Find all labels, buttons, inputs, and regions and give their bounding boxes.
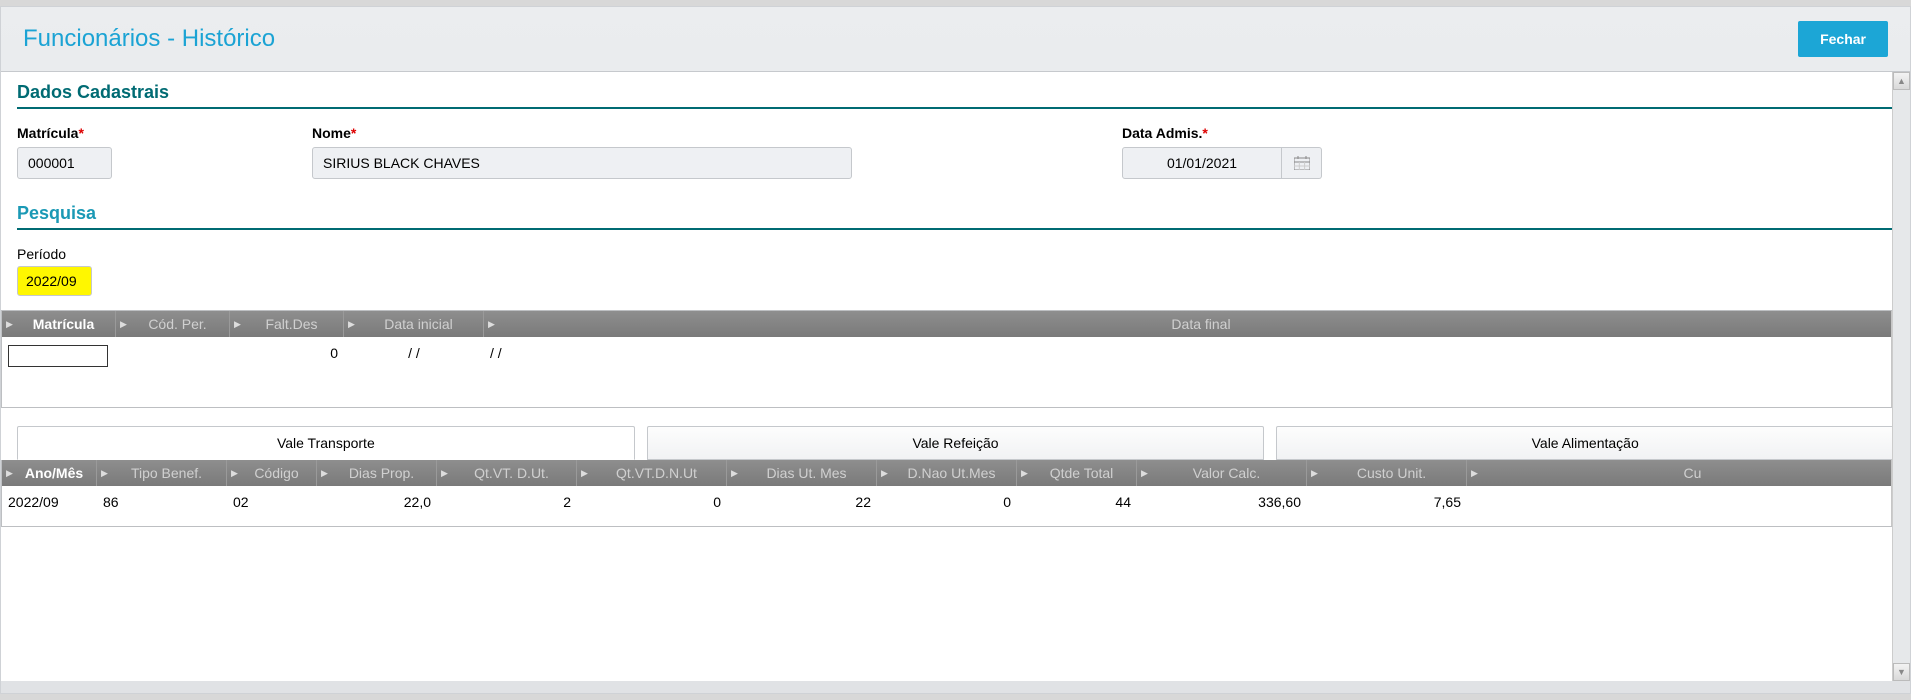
grid2-row: 2022/09 86 02 22,0 2 0 22 0 44 336,60 7,… xyxy=(2,486,1909,526)
chevron-right-icon: ▶ xyxy=(877,468,887,479)
chevron-right-icon: ▶ xyxy=(227,468,237,479)
grid2-cell-valorcalc: 336,60 xyxy=(1137,490,1307,514)
content-vscroll[interactable]: ▲ ▼ xyxy=(1892,72,1910,681)
section-dados-cadastrais: Dados Cadastrais xyxy=(17,82,1894,109)
grid2-cell-diasutmes: 22 xyxy=(727,490,877,514)
tab-vale-refeicao[interactable]: Vale Refeição xyxy=(647,426,1265,460)
grid2-cell-codigo: 02 xyxy=(227,490,317,514)
grid1-cell-datainicial: / / xyxy=(344,341,484,365)
grid2-col-qtdetotal[interactable]: ▶Qtde Total xyxy=(1017,460,1137,486)
field-data-admis: Data Admis.* xyxy=(1122,125,1322,179)
grid1-col-datainicial[interactable]: ▶Data inicial xyxy=(344,311,484,337)
chevron-right-icon: ▶ xyxy=(1137,468,1147,479)
grid2-cell-dnaoutmes: 0 xyxy=(877,490,1017,514)
grid2-col-qtvtdut[interactable]: ▶Qt.VT. D.Ut. xyxy=(437,460,577,486)
field-matricula: Matrícula* xyxy=(17,125,112,179)
matricula-input[interactable] xyxy=(17,147,112,179)
close-button[interactable]: Fechar xyxy=(1798,21,1888,57)
chevron-right-icon: ▶ xyxy=(1307,468,1317,479)
chevron-right-icon: ▶ xyxy=(727,468,737,479)
grid1-col-codper[interactable]: ▶Cód. Per. xyxy=(116,311,230,337)
grid2-cell-qtvtdnut: 0 xyxy=(577,490,727,514)
grid2-col-dnaoutmes[interactable]: ▶D.Nao Ut.Mes xyxy=(877,460,1017,486)
chevron-right-icon: ▶ xyxy=(230,319,240,330)
grid2-col-anomes[interactable]: ▶Ano/Mês xyxy=(2,460,97,486)
matricula-label: Matrícula* xyxy=(17,125,112,141)
chevron-right-icon: ▶ xyxy=(1467,468,1477,479)
grid2-col-diasutmes[interactable]: ▶Dias Ut. Mes xyxy=(727,460,877,486)
grid2-cell-diasprop: 22,0 xyxy=(317,490,437,514)
grid1-header: ▶Matrícula ▶Cód. Per. ▶Falt.Des ▶Data in… xyxy=(2,311,1909,337)
chevron-right-icon: ▶ xyxy=(116,319,126,330)
chevron-right-icon: ▶ xyxy=(317,468,327,479)
grid1-col-matricula[interactable]: ▶Matrícula xyxy=(2,311,116,337)
chevron-right-icon: ▶ xyxy=(97,468,107,479)
grid1-col-faltdes[interactable]: ▶Falt.Des xyxy=(230,311,344,337)
grid2-cell-tipobenef: 86 xyxy=(97,490,227,514)
nome-input[interactable] xyxy=(312,147,852,179)
chevron-right-icon: ▶ xyxy=(2,468,12,479)
chevron-right-icon: ▶ xyxy=(344,319,354,330)
field-periodo: Período xyxy=(17,246,1894,296)
data-admis-label: Data Admis.* xyxy=(1122,125,1322,141)
benefit-tabs: Vale Transporte Vale Refeição Vale Alime… xyxy=(17,426,1894,460)
grid2-col-qtvtdnut[interactable]: ▶Qt.VT.D.N.Ut xyxy=(577,460,727,486)
grid2-col-diasprop[interactable]: ▶Dias Prop. xyxy=(317,460,437,486)
grid2-col-valorcalc[interactable]: ▶Valor Calc. xyxy=(1137,460,1307,486)
chevron-right-icon: ▶ xyxy=(484,319,494,330)
tab-vale-alimentacao[interactable]: Vale Alimentação xyxy=(1276,426,1894,460)
grid2-cell-qtvtdut: 2 xyxy=(437,490,577,514)
section-pesquisa: Pesquisa xyxy=(17,203,1894,230)
scroll-down-icon[interactable]: ▼ xyxy=(1893,663,1910,681)
grid1-col-datafinal[interactable]: ▶Data final xyxy=(484,311,1909,337)
chevron-right-icon: ▶ xyxy=(1017,468,1027,479)
grid2-col-tipobenef[interactable]: ▶Tipo Benef. xyxy=(97,460,227,486)
scroll-up-icon[interactable]: ▲ xyxy=(1893,72,1910,90)
data-admis-input[interactable] xyxy=(1122,147,1282,179)
grid1-cell-faltdes: 0 xyxy=(230,341,344,365)
nome-label: Nome* xyxy=(312,125,852,141)
grid1-row: 0 / / / / xyxy=(2,337,1909,407)
tab-vale-transporte[interactable]: Vale Transporte xyxy=(17,426,635,460)
chevron-right-icon: ▶ xyxy=(437,468,447,479)
grid1-cell-datafinal: / / xyxy=(484,341,624,365)
chevron-right-icon: ▶ xyxy=(577,468,587,479)
field-nome: Nome* xyxy=(312,125,852,179)
grid2-cell-qtdetotal: 44 xyxy=(1017,490,1137,514)
periodo-label: Período xyxy=(17,246,1894,262)
grid2-cell-custounit: 7,65 xyxy=(1307,490,1467,514)
periodo-input[interactable] xyxy=(17,266,92,296)
grid1-matricula-input[interactable] xyxy=(8,345,108,367)
grid2-col-cu[interactable]: ▶Cu xyxy=(1467,460,1909,486)
grid2-col-custounit[interactable]: ▶Custo Unit. xyxy=(1307,460,1467,486)
chevron-right-icon: ▶ xyxy=(2,319,12,330)
grid2-col-codigo[interactable]: ▶Código xyxy=(227,460,317,486)
calendar-icon[interactable] xyxy=(1282,147,1322,179)
grid2-header: ▶Ano/Mês ▶Tipo Benef. ▶Código ▶Dias Prop… xyxy=(2,460,1909,486)
grid2-cell-anomes: 2022/09 xyxy=(2,490,97,514)
header-bar: Funcionários - Histórico Fechar xyxy=(1,7,1910,71)
grid1-cell-codper xyxy=(116,341,230,349)
page-title: Funcionários - Histórico xyxy=(23,25,275,53)
